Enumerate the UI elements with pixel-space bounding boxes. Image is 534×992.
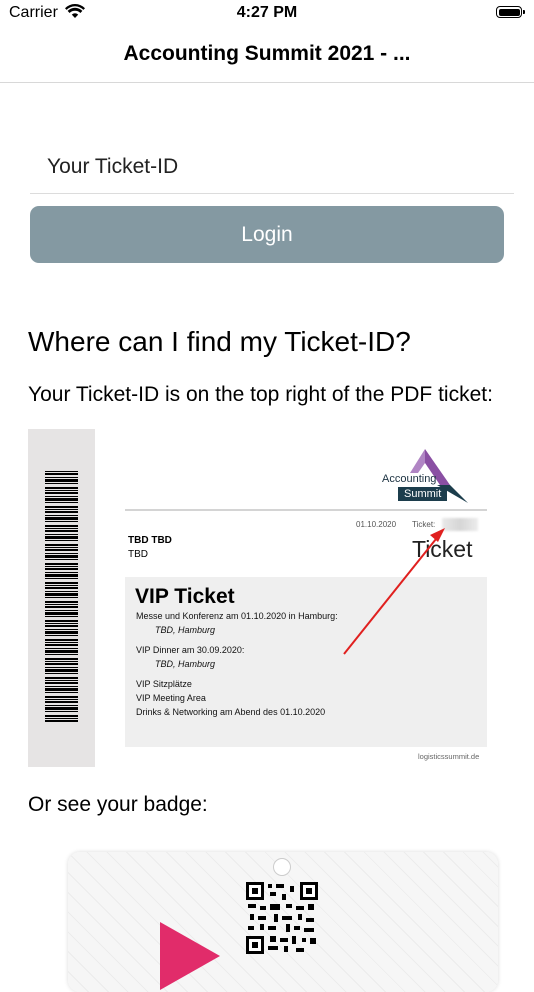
ticket-detail-line: TBD, Hamburg <box>155 625 216 635</box>
status-bar: Carrier 4:27 PM <box>0 0 534 28</box>
vip-ticket-title: VIP Ticket <box>135 585 235 608</box>
summit-logo: Accounting Summit <box>380 447 470 503</box>
blurred-ticket-id <box>442 518 478 531</box>
badge-lanyard-hole <box>273 858 291 876</box>
ticket-detail-line: Drinks & Networking am Abend des 01.10.2… <box>136 707 326 717</box>
logo-word-accounting: Accounting <box>382 473 437 485</box>
badge-hint-text: Or see your badge: <box>28 793 208 816</box>
qr-code-icon <box>246 882 318 954</box>
ticket-detail-line: VIP Sitzplätze <box>136 679 192 689</box>
ticket-detail-line: Messe und Konferenz am 01.10.2020 in Ham… <box>136 611 338 621</box>
help-heading: Where can I find my Ticket-ID? <box>28 326 411 357</box>
ticket-divider <box>125 509 487 511</box>
badge-example-image <box>68 852 498 992</box>
pdf-ticket-example-image: Accounting Summit 01.10.2020 Ticket: TBD… <box>28 429 498 767</box>
ticket-heading: Ticket <box>412 536 473 562</box>
ticket-holder-company: TBD <box>128 549 148 560</box>
ticket-detail-line: VIP Dinner am 30.09.2020: <box>136 645 245 655</box>
help-text: Your Ticket-ID is on the top right of th… <box>28 383 493 406</box>
ticket-id-input[interactable] <box>30 140 514 194</box>
ticket-website: logisticssummit.de <box>418 752 480 761</box>
ticket-details-box: VIP Ticket Messe und Konferenz am 01.10.… <box>125 577 487 747</box>
page-title: Accounting Summit 2021 - ... <box>123 42 411 65</box>
login-button[interactable]: Login <box>30 206 504 263</box>
logo-word-summit: Summit <box>398 487 448 501</box>
ticket-detail-line: TBD, Hamburg <box>155 659 216 669</box>
ticket-id-label: Ticket: <box>412 520 436 529</box>
status-time: 4:27 PM <box>236 4 298 21</box>
badge-logo-triangle <box>160 922 220 990</box>
ticket-holder-name: TBD TBD <box>128 535 172 546</box>
ticket-detail-line: VIP Meeting Area <box>136 693 206 703</box>
barcode-strip <box>28 429 95 767</box>
barcode-icon <box>45 471 78 722</box>
battery-icon <box>496 6 525 18</box>
navigation-bar: Accounting Summit 2021 - ... <box>0 28 534 83</box>
ticket-date: 01.10.2020 <box>356 520 397 529</box>
